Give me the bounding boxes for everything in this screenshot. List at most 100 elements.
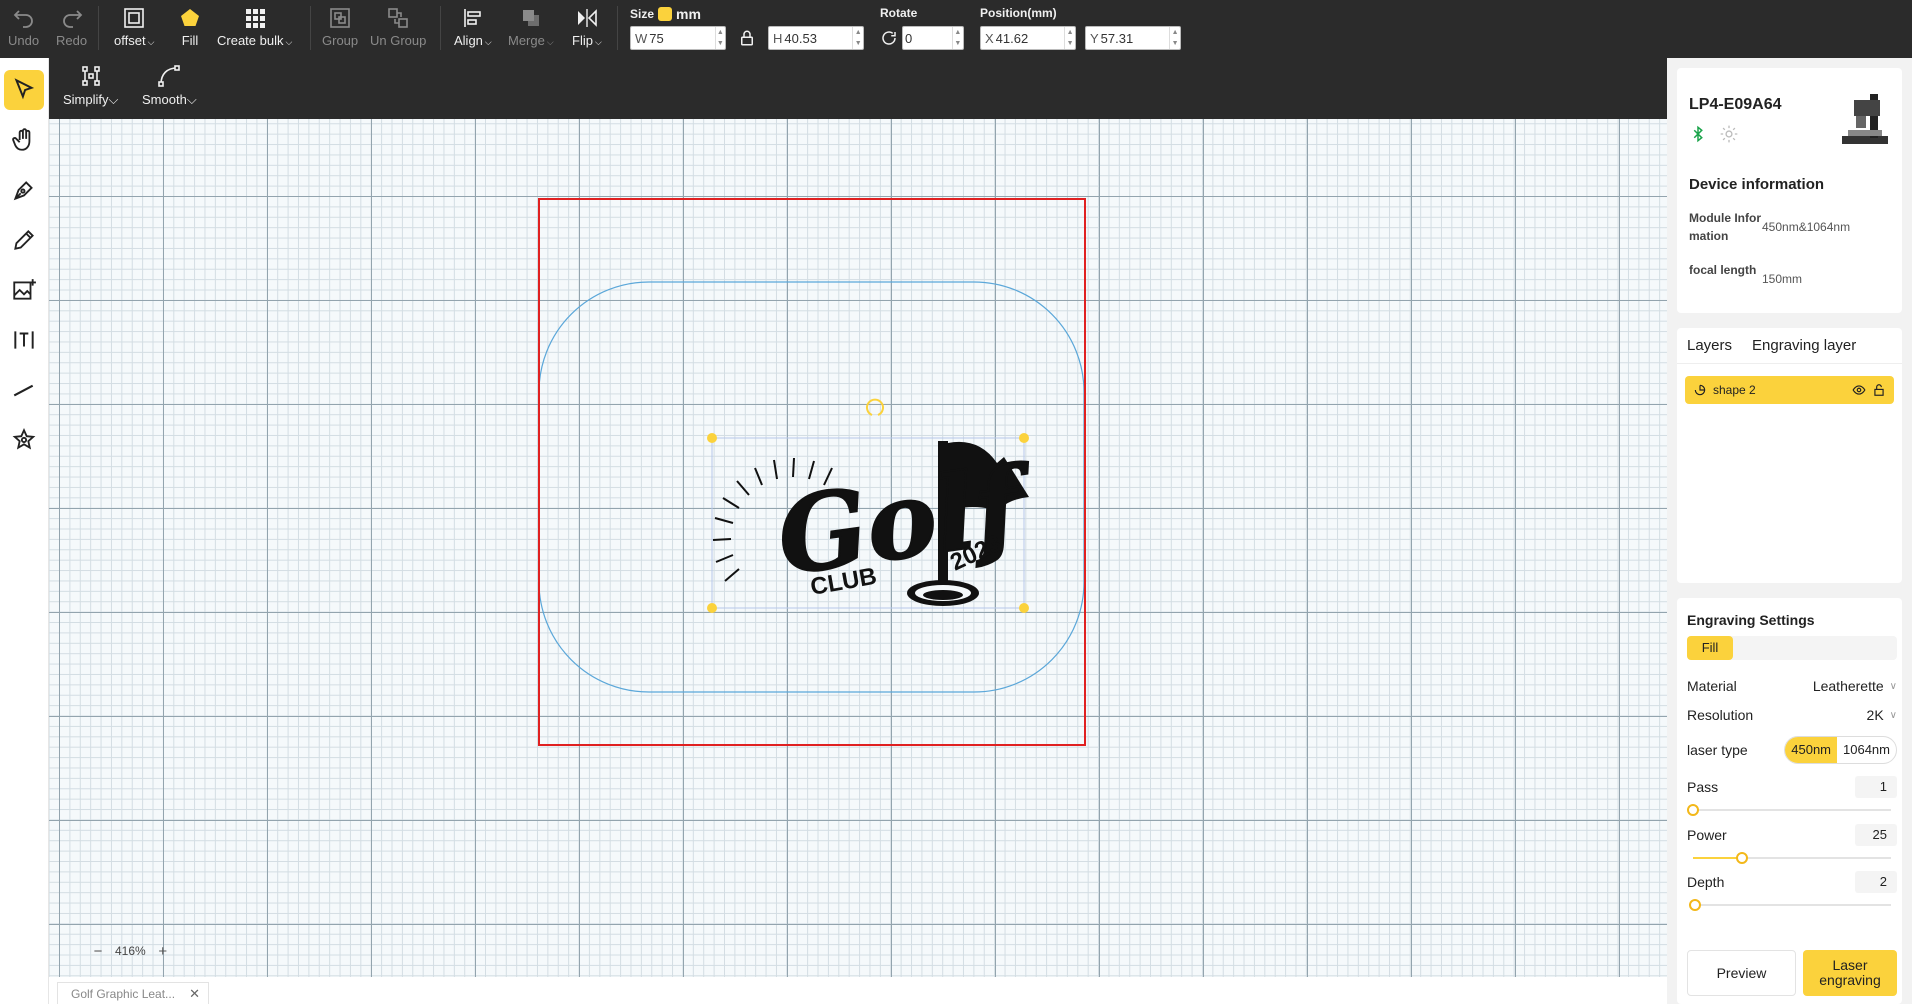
x-stepper[interactable]: ▲ ▼ bbox=[1064, 27, 1075, 49]
width-input[interactable] bbox=[647, 30, 715, 46]
rotate-label: Rotate bbox=[880, 6, 918, 20]
y-stepper[interactable]: ▲ ▼ bbox=[1169, 27, 1180, 49]
depth-input[interactable]: 2 bbox=[1855, 871, 1897, 893]
hand-tool[interactable] bbox=[4, 120, 44, 160]
offset-icon bbox=[124, 8, 144, 28]
height-input[interactable] bbox=[782, 30, 853, 46]
shapes-tool[interactable] bbox=[4, 420, 44, 460]
pencil-tool[interactable] bbox=[4, 220, 44, 260]
undo-button[interactable]: Undo bbox=[8, 6, 39, 52]
smooth-button[interactable]: Smooth⌵ bbox=[142, 64, 197, 108]
offset-button[interactable]: offset ⌵ bbox=[114, 6, 154, 52]
bluetooth-icon[interactable] bbox=[1689, 125, 1707, 143]
layer-tabs: Layers Engraving layer bbox=[1677, 328, 1902, 364]
toolbar-divider bbox=[440, 6, 441, 50]
laser-type-row: laser type 450nm 1064nm bbox=[1687, 736, 1897, 764]
file-tab[interactable]: Golf Graphic Leat... ✕ bbox=[57, 982, 209, 1004]
x-field[interactable]: X ▲▼ bbox=[980, 26, 1076, 50]
fill-button[interactable]: Fill bbox=[178, 6, 202, 52]
group-button[interactable]: Group bbox=[322, 6, 358, 52]
engraving-settings-title: Engraving Settings bbox=[1687, 612, 1815, 628]
fill-mode-tab[interactable]: Fill bbox=[1687, 636, 1733, 660]
eye-icon[interactable] bbox=[1852, 383, 1866, 397]
laser-device-image bbox=[1842, 94, 1888, 144]
width-field[interactable]: W ▲▼ bbox=[630, 26, 726, 50]
laser-engraving-button[interactable]: Laser engraving bbox=[1803, 950, 1897, 996]
design-canvas[interactable]: Golf CLUB 2023 − 416% + bbox=[49, 119, 1667, 977]
depth-slider[interactable] bbox=[1687, 899, 1897, 911]
unlock-icon[interactable] bbox=[1872, 383, 1886, 397]
tab-engraving-layer[interactable]: Engraving layer bbox=[1742, 328, 1866, 364]
module-info-row: Module Information 450nm&1064nm bbox=[1689, 211, 1851, 243]
preview-button[interactable]: Preview bbox=[1687, 950, 1796, 996]
selection-handle bbox=[1019, 433, 1029, 443]
zoom-in-button[interactable]: + bbox=[154, 942, 172, 960]
width-stepper[interactable]: ▲ ▼ bbox=[714, 27, 725, 49]
flip-button[interactable]: Flip ⌵ bbox=[572, 6, 602, 52]
chevron-down-icon: ⌵ bbox=[546, 37, 554, 47]
line-tool[interactable] bbox=[4, 370, 44, 410]
chevron-down-icon: ⌵ bbox=[108, 92, 119, 107]
simplify-button[interactable]: Simplify⌵ bbox=[63, 64, 118, 108]
device-name: LP4-E09A64 bbox=[1689, 96, 1782, 113]
power-row: Power 25 bbox=[1687, 824, 1897, 846]
rotate-input[interactable] bbox=[903, 30, 952, 46]
undo-icon bbox=[13, 10, 33, 28]
toolbar-divider bbox=[617, 6, 618, 50]
pass-input[interactable]: 1 bbox=[1855, 776, 1897, 798]
smooth-curve-icon bbox=[158, 65, 181, 87]
power-input[interactable]: 25 bbox=[1855, 824, 1897, 846]
text-icon bbox=[14, 331, 34, 349]
golf-hole-inner bbox=[923, 590, 963, 600]
y-input[interactable] bbox=[1098, 30, 1170, 46]
focal-length-row: focal length 150mm bbox=[1689, 263, 1803, 286]
material-select[interactable]: Leatherette ∨ bbox=[1813, 678, 1897, 694]
depth-slider-knob[interactable] bbox=[1689, 899, 1701, 911]
select-tool[interactable] bbox=[4, 70, 44, 110]
device-status-icons bbox=[1689, 124, 1739, 144]
hand-icon bbox=[12, 128, 31, 151]
chevron-down-icon: ⌵ bbox=[285, 37, 293, 47]
redo-icon bbox=[62, 10, 82, 28]
x-input[interactable] bbox=[993, 30, 1065, 46]
power-slider-knob[interactable] bbox=[1736, 852, 1748, 864]
gear-icon[interactable] bbox=[1719, 124, 1739, 144]
pass-slider-knob[interactable] bbox=[1687, 804, 1699, 816]
top-toolbar: Undo Redo offset ⌵ Fill Create bulk ⌵ Grou… bbox=[0, 0, 1912, 58]
rotate-icon bbox=[880, 29, 898, 47]
ungroup-button[interactable]: Un Group bbox=[370, 6, 426, 52]
power-slider[interactable] bbox=[1687, 852, 1897, 864]
line-icon bbox=[13, 384, 34, 397]
text-tool[interactable] bbox=[4, 320, 44, 360]
y-field[interactable]: Y ▲▼ bbox=[1085, 26, 1181, 50]
laser-450nm-option[interactable]: 450nm bbox=[1785, 737, 1838, 763]
laser-1064nm-option[interactable]: 1064nm bbox=[1837, 737, 1896, 763]
selection-handle bbox=[707, 603, 717, 613]
merge-button[interactable]: Merge ⌵ bbox=[508, 6, 554, 52]
tab-layers[interactable]: Layers bbox=[1677, 328, 1742, 364]
image-add-icon bbox=[13, 279, 36, 300]
layer-item[interactable]: shape 2 bbox=[1685, 376, 1894, 404]
align-button[interactable]: Align ⌵ bbox=[454, 6, 492, 52]
add-image-tool[interactable] bbox=[4, 270, 44, 310]
rotate-stepper[interactable]: ▲ ▼ bbox=[951, 27, 963, 49]
create-bulk-button[interactable]: Create bulk ⌵ bbox=[217, 6, 292, 52]
zoom-out-button[interactable]: − bbox=[89, 942, 107, 960]
fill-pentagon-icon bbox=[181, 9, 199, 26]
unit-toggle[interactable]: mm bbox=[658, 6, 701, 22]
toolbar-divider bbox=[98, 6, 99, 50]
height-stepper[interactable]: ▲ ▼ bbox=[852, 27, 863, 49]
simplify-icon bbox=[81, 66, 100, 86]
resolution-row: Resolution 2K ∨ bbox=[1687, 707, 1897, 723]
device-card: LP4-E09A64 Device information Module Inf… bbox=[1677, 68, 1902, 313]
pen-tool[interactable] bbox=[4, 170, 44, 210]
resolution-select[interactable]: 2K ∨ bbox=[1867, 707, 1897, 723]
height-field[interactable]: H ▲▼ bbox=[768, 26, 864, 50]
pass-slider[interactable] bbox=[1687, 804, 1897, 816]
align-left-icon bbox=[464, 9, 481, 27]
close-tab-icon[interactable]: ✕ bbox=[189, 986, 200, 1002]
lock-ratio-icon[interactable] bbox=[738, 29, 756, 47]
chevron-down-icon: ⌵ bbox=[147, 37, 155, 47]
rotate-field[interactable]: ▲▼ bbox=[902, 26, 964, 50]
redo-button[interactable]: Redo bbox=[56, 6, 87, 52]
